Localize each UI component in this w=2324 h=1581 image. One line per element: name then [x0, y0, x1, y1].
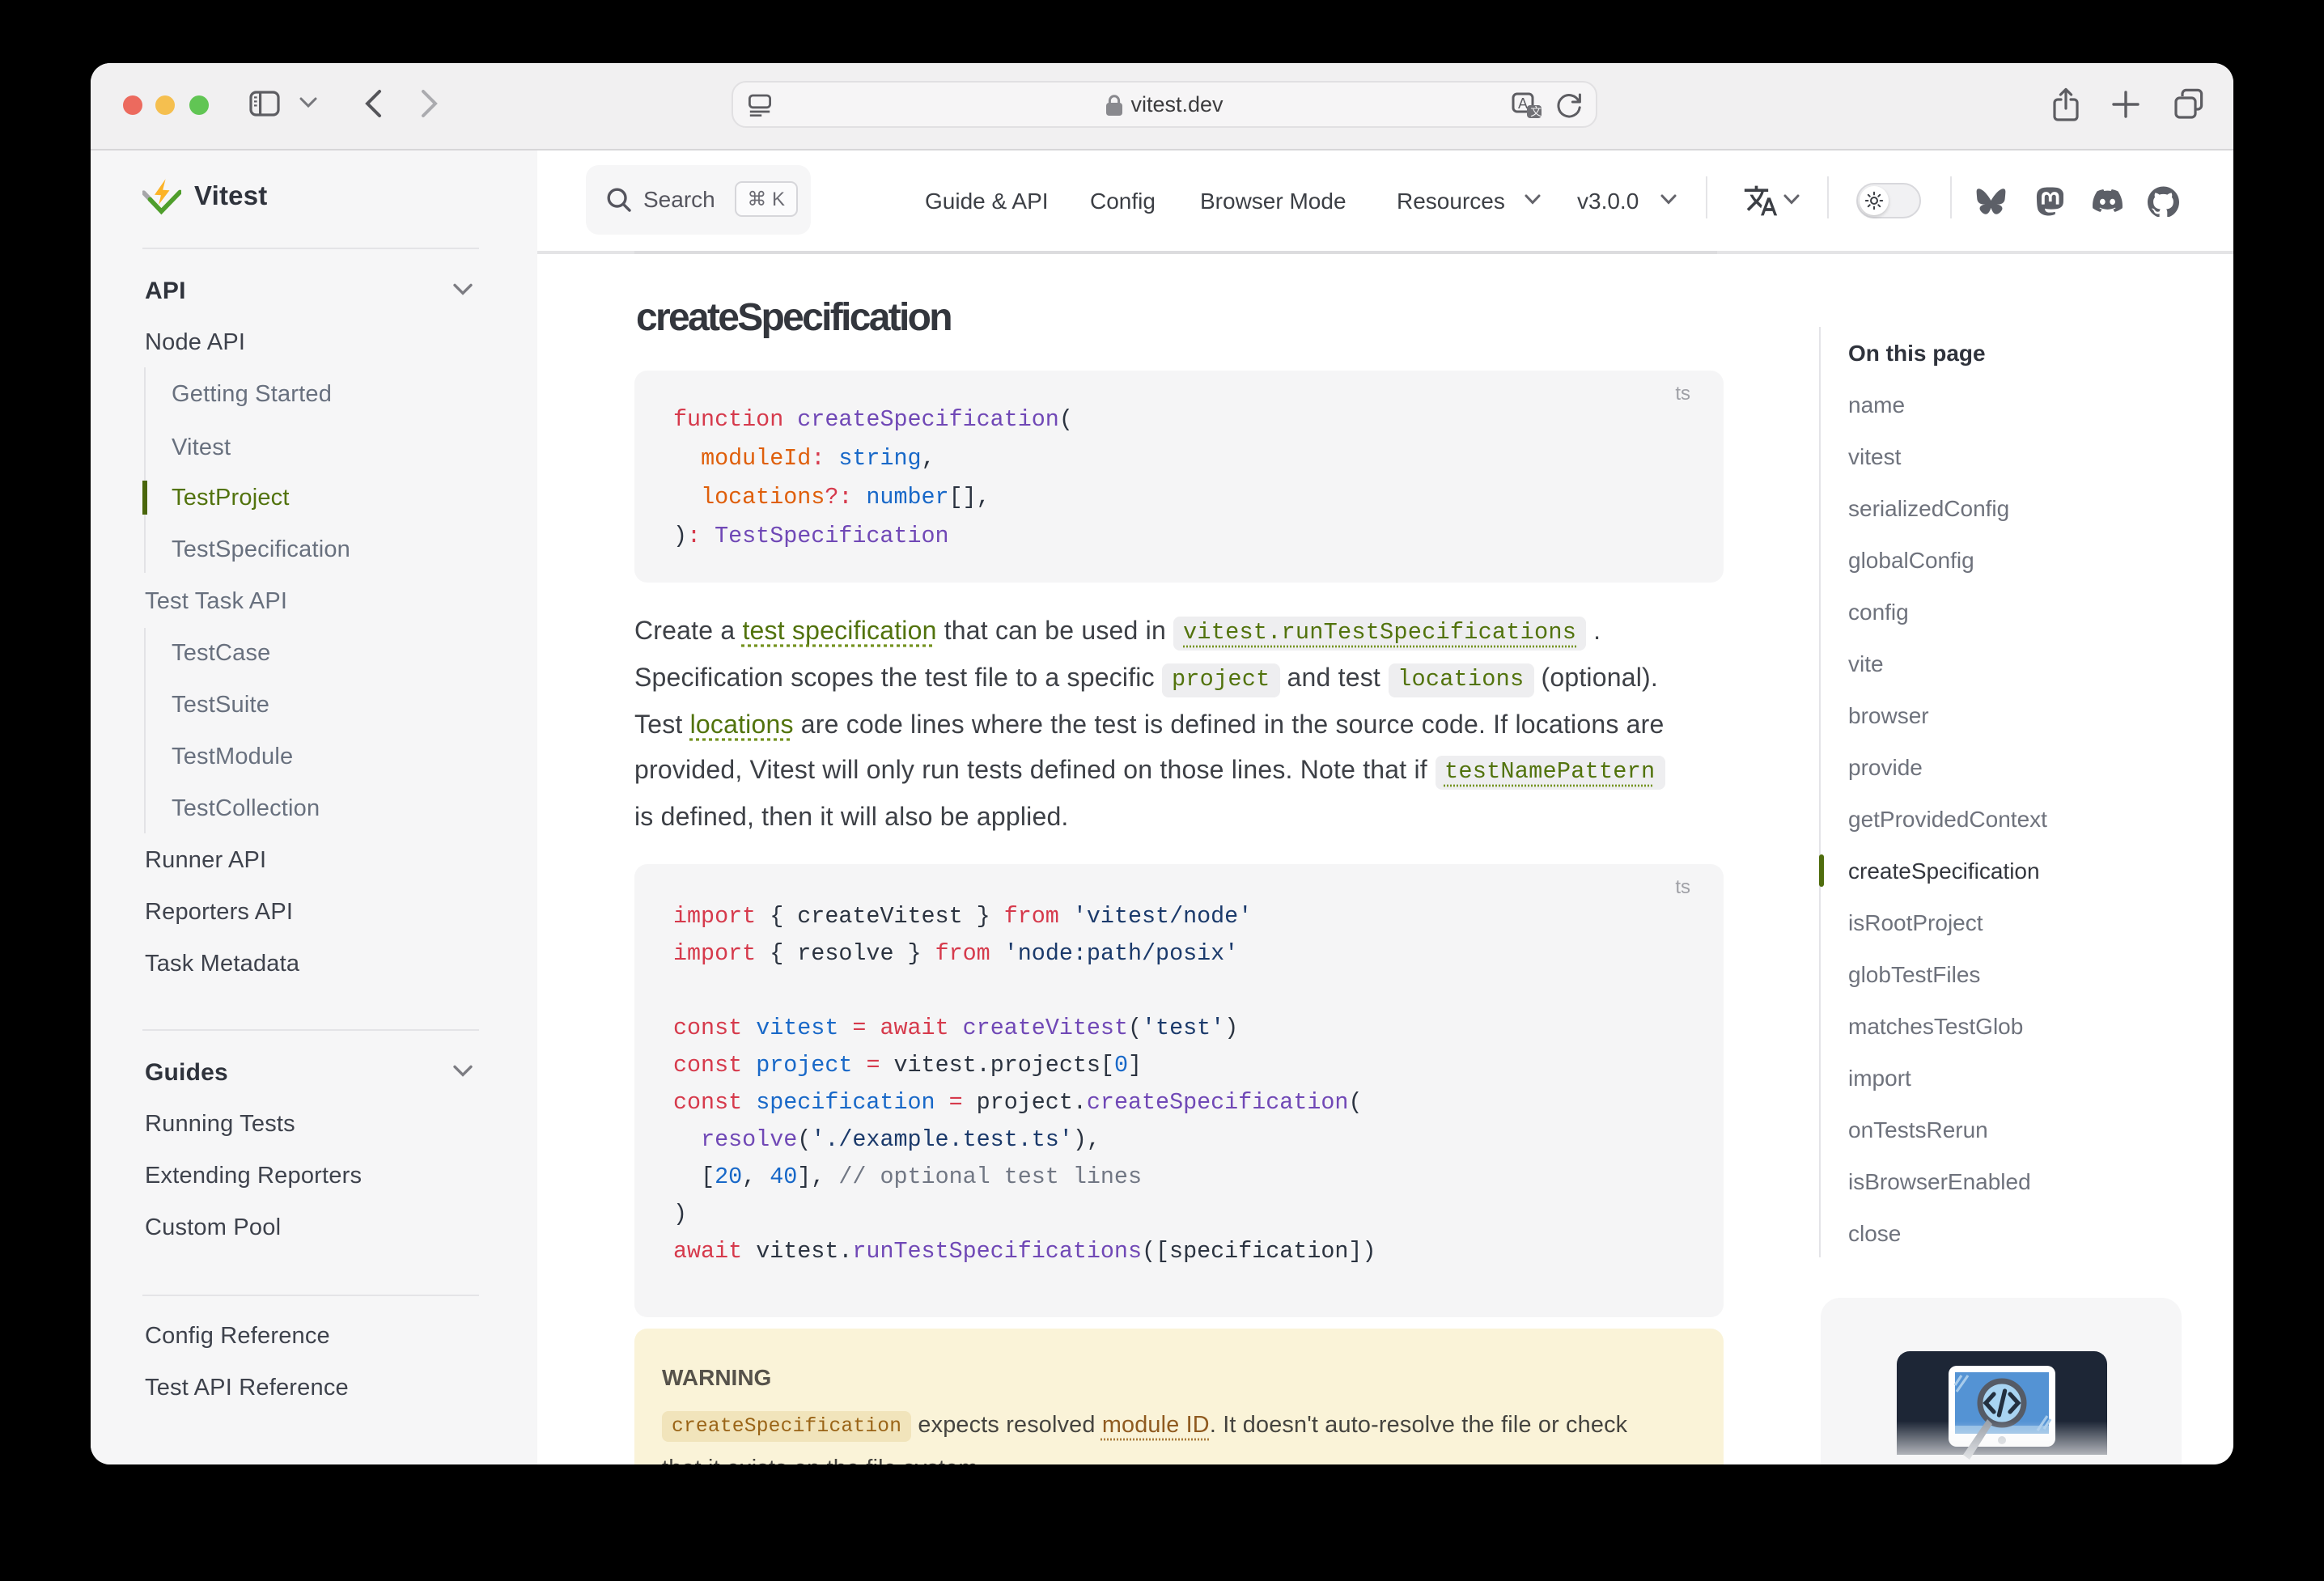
- svg-text:文: 文: [1530, 104, 1542, 117]
- svg-text:A: A: [1518, 95, 1528, 111]
